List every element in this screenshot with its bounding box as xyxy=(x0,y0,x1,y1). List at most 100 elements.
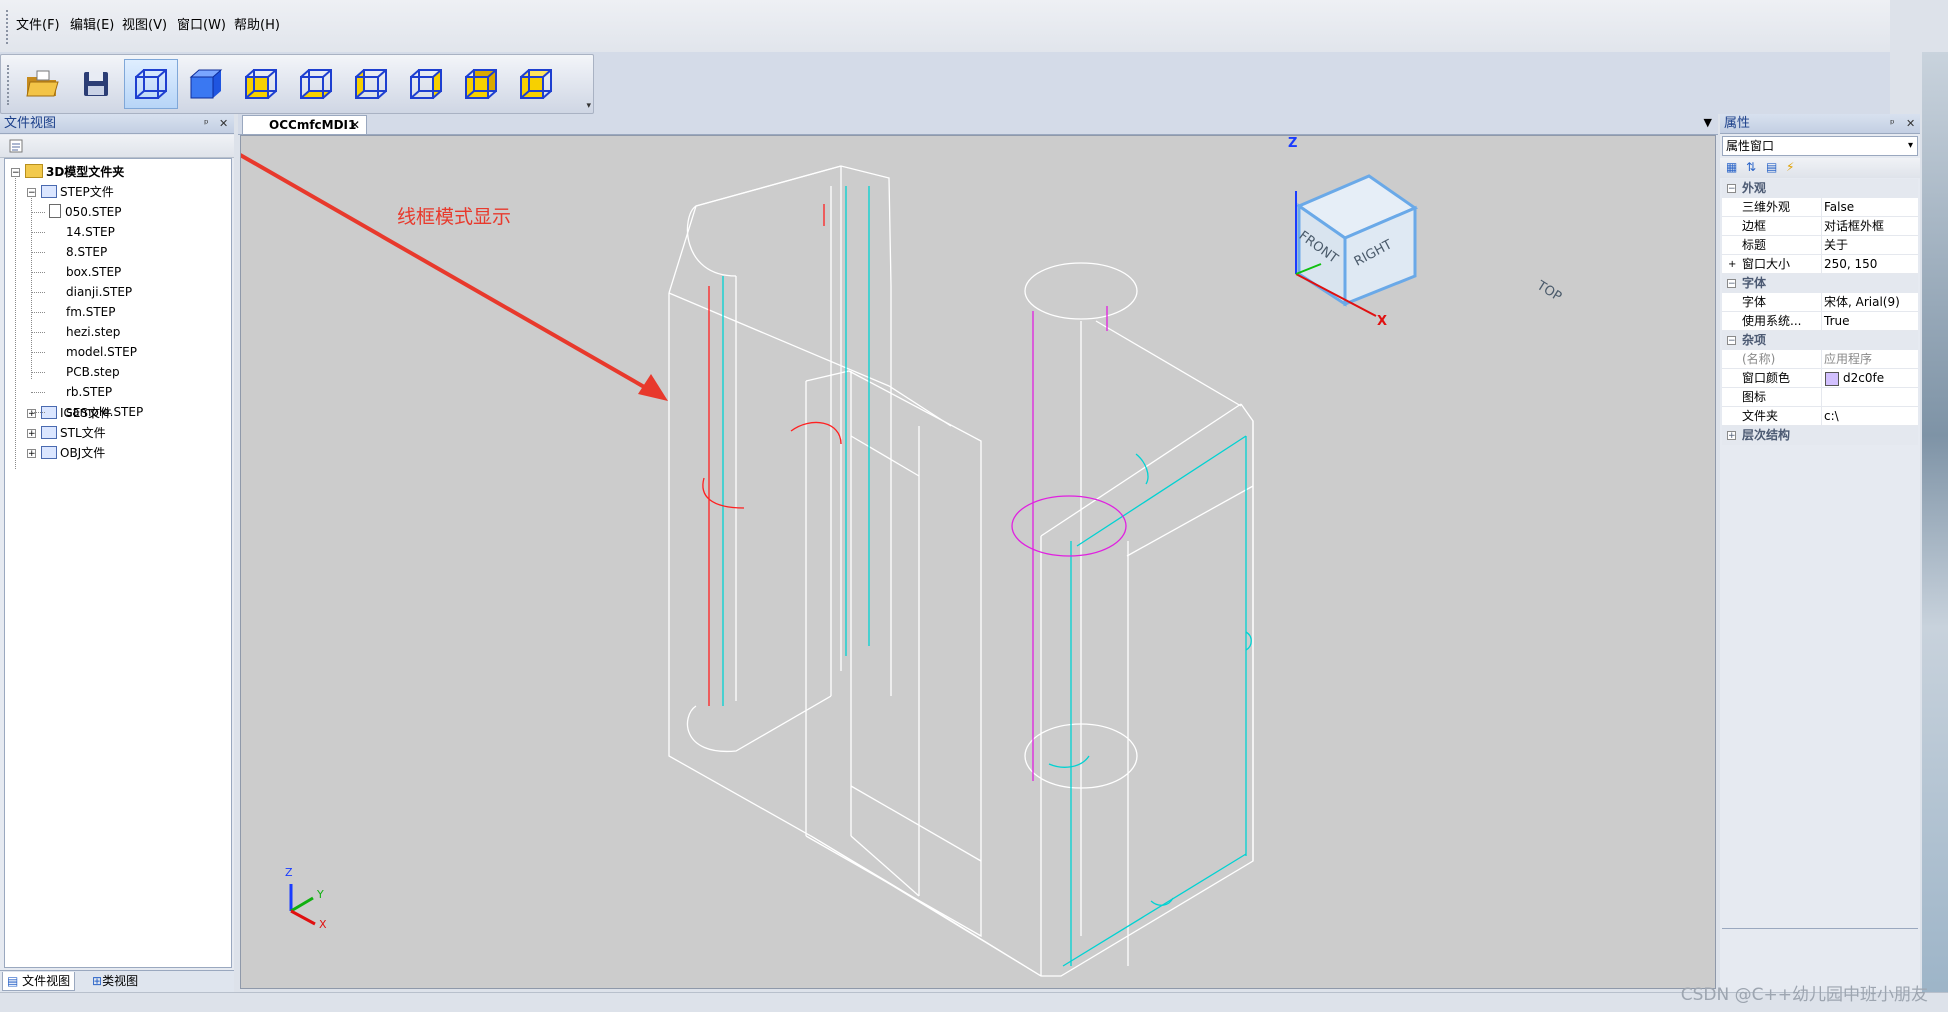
tree-file-item[interactable]: 050.STEP xyxy=(49,203,121,221)
category-appearance[interactable]: − 外观 xyxy=(1722,179,1918,198)
prop-row[interactable]: 使用系统... True xyxy=(1722,312,1918,331)
tree-file-item[interactable]: rb.STEP xyxy=(66,383,112,401)
tab-class-view-label: 类视图 xyxy=(102,974,139,988)
file-icon xyxy=(49,204,61,218)
sort-alpha-icon[interactable]: ⇅ xyxy=(1746,160,1756,174)
tab-document[interactable]: OCCmfcMDI1 ✕ xyxy=(242,115,367,134)
category-misc[interactable]: − 杂项 xyxy=(1722,331,1918,350)
prop-row[interactable]: 标题 关于 xyxy=(1722,236,1918,255)
prop-value[interactable]: 关于 xyxy=(1824,236,1848,255)
root-expander[interactable]: − xyxy=(11,168,20,178)
stl-folder-expander[interactable]: + xyxy=(27,429,36,439)
view-back-button[interactable] xyxy=(454,59,508,109)
tree-file-item[interactable]: model.STEP xyxy=(66,343,137,361)
menu-edit[interactable]: 编辑(E) xyxy=(70,14,114,33)
prop-value[interactable]: 宋体, Arial(9) xyxy=(1824,293,1900,312)
expand-icon[interactable]: + xyxy=(1727,431,1736,441)
tab-class-view[interactable]: ⊞类视图 xyxy=(88,972,142,991)
menu-grip[interactable] xyxy=(6,10,11,44)
open-folder-icon xyxy=(26,70,59,97)
prop-value[interactable]: 应用程序 xyxy=(1824,350,1872,369)
3d-viewport[interactable]: 线框模式显示 TOP FRONT RIGHT Z X Z Y X xyxy=(240,135,1716,989)
shaded-mode-button[interactable] xyxy=(179,59,233,109)
expand-icon[interactable]: + xyxy=(1728,255,1736,274)
folder-icon xyxy=(25,164,43,178)
axis-triad xyxy=(289,884,316,926)
tree-file-item[interactable]: PCB.step xyxy=(66,363,120,381)
tree-iges-label: IGES文件 xyxy=(60,406,113,420)
iges-folder-expander[interactable]: + xyxy=(27,409,36,419)
prop-row[interactable]: 三维外观 False xyxy=(1722,198,1918,217)
view-right-button[interactable] xyxy=(399,59,453,109)
tree-step-folder[interactable]: STEP文件 xyxy=(41,183,114,201)
prop-value[interactable]: False xyxy=(1824,198,1854,217)
prop-value[interactable]: d2c0fe xyxy=(1843,369,1884,388)
tree-line xyxy=(31,332,45,333)
tab-list-dropdown-icon[interactable]: ▼ xyxy=(1704,116,1712,129)
prop-value[interactable]: 对话框外框 xyxy=(1824,217,1884,236)
tab-file-view[interactable]: ▤ 文件视图 xyxy=(2,972,76,991)
tree-stl-folder[interactable]: STL文件 xyxy=(41,424,106,442)
tree-file-item[interactable]: 8.STEP xyxy=(66,243,107,261)
toolbar-grip[interactable] xyxy=(7,65,12,105)
categorized-icon[interactable]: ▦ xyxy=(1726,160,1737,174)
menu-help[interactable]: 帮助(H) xyxy=(234,14,280,33)
tree-file-item[interactable]: dianji.STEP xyxy=(66,283,132,301)
prop-name: 文件夹 xyxy=(1742,409,1779,423)
prop-row[interactable]: 窗口颜色 d2c0fe xyxy=(1722,369,1918,388)
prop-row[interactable]: 图标 xyxy=(1722,388,1918,407)
toolbar-overflow-icon[interactable]: ▾ xyxy=(586,101,591,111)
collapse-icon[interactable]: − xyxy=(1727,184,1736,194)
view-top-button[interactable] xyxy=(509,59,563,109)
menu-view[interactable]: 视图(V) xyxy=(122,14,167,33)
wireframe-mode-button[interactable] xyxy=(124,59,178,109)
pin-icon[interactable]: ᵖ xyxy=(1890,114,1895,134)
chevron-down-icon: ▾ xyxy=(1907,140,1913,151)
tree-obj-folder[interactable]: OBJ文件 xyxy=(41,444,105,462)
close-icon[interactable]: ✕ xyxy=(1906,114,1915,134)
prop-value[interactable]: 250, 150 xyxy=(1824,255,1877,274)
prop-name: 窗口颜色 xyxy=(1742,371,1791,385)
view-left-button[interactable] xyxy=(344,59,398,109)
menu-window[interactable]: 窗口(W) xyxy=(177,14,226,33)
tree-iges-folder[interactable]: IGES文件 xyxy=(41,404,112,422)
step-folder-expander[interactable]: − xyxy=(27,188,36,198)
open-button[interactable] xyxy=(15,59,69,109)
save-button[interactable] xyxy=(69,59,123,109)
prop-name: 边框 xyxy=(1742,219,1767,233)
prop-row[interactable]: 边框 对话框外框 xyxy=(1722,217,1918,236)
prop-row[interactable]: (名称) 应用程序 xyxy=(1722,350,1918,369)
prop-value[interactable]: True xyxy=(1824,312,1850,331)
tree-file-item[interactable]: box.STEP xyxy=(66,263,121,281)
category-font[interactable]: − 字体 xyxy=(1722,274,1918,293)
pin-icon[interactable]: ᵖ xyxy=(204,114,209,134)
tree-line xyxy=(31,292,45,293)
tree-file-item[interactable]: fm.STEP xyxy=(66,303,116,321)
obj-folder-expander[interactable]: + xyxy=(27,449,36,459)
tree-file-item[interactable]: hezi.step xyxy=(66,323,120,341)
properties-icon[interactable] xyxy=(8,138,24,154)
menu-file[interactable]: 文件(F) xyxy=(16,14,60,33)
property-pages-icon[interactable]: ▤ xyxy=(1766,160,1777,174)
menu-bar: 文件(F) 编辑(E) 视图(V) 窗口(W) 帮助(H) xyxy=(0,0,1890,53)
wireframe-model[interactable] xyxy=(241,136,1715,988)
prop-row[interactable]: + 窗口大小 250, 150 xyxy=(1722,255,1918,274)
prop-row[interactable]: 文件夹 c:\ xyxy=(1722,407,1918,426)
collapse-icon[interactable]: − xyxy=(1727,336,1736,346)
tree-file-label: hezi.step xyxy=(66,325,121,339)
prop-row[interactable]: 字体 宋体, Arial(9) xyxy=(1722,293,1918,312)
close-icon[interactable]: ✕ xyxy=(219,114,228,134)
object-selector[interactable]: 属性窗口 ▾ xyxy=(1722,136,1918,156)
events-icon[interactable]: ⚡ xyxy=(1786,160,1794,174)
tree-file-item[interactable]: 14.STEP xyxy=(66,223,115,241)
tab-file-view-label: 文件视图 xyxy=(22,974,71,988)
cube-front-icon xyxy=(245,69,277,99)
prop-value[interactable]: c:\ xyxy=(1824,407,1839,426)
category-hierarchy[interactable]: + 层次结构 xyxy=(1722,426,1918,445)
close-tab-icon[interactable]: ✕ xyxy=(350,116,360,134)
class-folder-icon xyxy=(41,446,57,459)
view-bottom-button[interactable] xyxy=(289,59,343,109)
view-front-button[interactable] xyxy=(234,59,288,109)
tree-root[interactable]: 3D模型文件夹 xyxy=(25,163,124,181)
collapse-icon[interactable]: − xyxy=(1727,279,1736,289)
